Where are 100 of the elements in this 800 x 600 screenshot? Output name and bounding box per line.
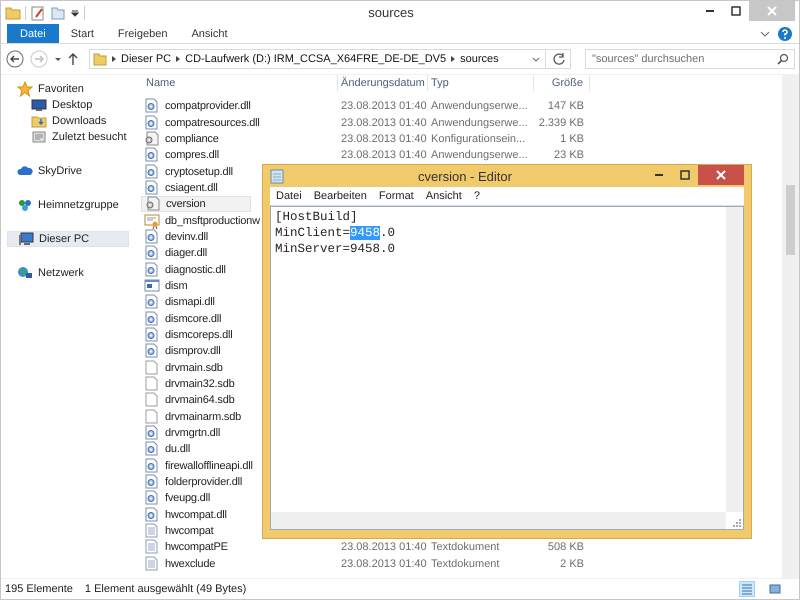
help-icon[interactable] — [777, 24, 793, 43]
breadcrumb[interactable]: Dieser PC — [121, 53, 172, 65]
file-item[interactable]: dismcore.dll — [141, 310, 226, 327]
file-item[interactable]: dism — [141, 278, 192, 294]
file-item[interactable]: drvmain.sdb — [141, 360, 227, 376]
breadcrumb[interactable]: sources — [460, 53, 499, 65]
table-cell-text: 147 KB — [546, 100, 585, 112]
file-item[interactable]: compatresources.dll — [141, 114, 264, 131]
sidebar-item[interactable]: Downloads — [9, 113, 129, 129]
folder-icon[interactable] — [5, 4, 21, 20]
details-view-icon — [740, 582, 754, 596]
menu-item[interactable]: Ansicht — [420, 190, 468, 202]
text-document-icon — [144, 539, 160, 556]
star-icon — [17, 81, 33, 97]
file-item[interactable]: diager.dll — [141, 245, 212, 262]
menu-item[interactable]: Datei — [270, 190, 308, 202]
window-title: sources — [367, 5, 415, 20]
ribbon-tab[interactable]: Datei — [7, 24, 59, 43]
address-field[interactable]: Dieser PC CD-Laufwerk (D:) IRM_CCSA_X64FRE_DE-DE_DV5 sources — [89, 49, 571, 69]
table-cell-text: Konfigurationsein... — [430, 132, 526, 145]
recent-places-icon — [31, 129, 47, 145]
column-header[interactable]: Typ — [428, 75, 534, 91]
gear-document-icon — [144, 343, 160, 360]
scrollbar[interactable] — [726, 207, 743, 512]
document-icon — [144, 392, 160, 408]
ribbon-tab[interactable]: Start — [58, 24, 106, 43]
file-item[interactable]: diagnostic.dll — [141, 262, 230, 278]
menu-item[interactable]: Format — [372, 190, 420, 202]
item-count: 195 Elemente — [5, 583, 73, 595]
file-item[interactable]: compatprovider.dll — [141, 98, 255, 114]
application-window-icon — [144, 278, 160, 294]
sidebar-item[interactable]: Zuletzt besucht — [9, 129, 129, 145]
certificate-icon — [144, 212, 160, 229]
gear-document-icon — [144, 441, 160, 458]
table-cell-text: Textdokument — [430, 541, 500, 554]
menu-item[interactable]: ? — [468, 190, 486, 202]
gear-document-icon — [144, 310, 160, 327]
file-item[interactable]: hwexclude — [141, 556, 220, 572]
text-line: MinClient=9458.0 — [275, 225, 396, 241]
properties-icon[interactable] — [30, 4, 46, 20]
sidebar-item[interactable]: Netzwerk — [9, 265, 129, 281]
file-item[interactable]: compres.dll — [141, 147, 224, 164]
column-header[interactable]: Name — [141, 75, 338, 91]
table-cell-text: 2 KB — [559, 558, 585, 570]
sidebar-item[interactable]: Favoriten — [9, 81, 129, 97]
file-item[interactable]: firewallofflineapi.dll — [141, 458, 257, 474]
view-button[interactable] — [739, 581, 755, 597]
search-field[interactable]: "sources" durchsuchen — [585, 49, 795, 69]
table-cell-text: 23.08.2013 01:40 — [340, 149, 428, 162]
file-item[interactable]: drvmain32.sdb — [141, 376, 239, 392]
gear-document-icon — [144, 474, 160, 490]
text-line: [HostBuild] — [275, 209, 359, 225]
resize-grip-icon[interactable] — [733, 519, 741, 527]
back-icon[interactable] — [5, 49, 25, 69]
table-cell-text: Anwendungserwe... — [430, 149, 529, 162]
close-button[interactable] — [698, 165, 744, 185]
column-header[interactable]: Größe — [534, 75, 590, 91]
large-icons-view-icon — [768, 582, 782, 596]
maximize-icon — [680, 170, 690, 180]
gear-document-icon — [144, 425, 160, 442]
file-item[interactable]: dismapi.dll — [141, 294, 219, 310]
file-item[interactable]: hwcompatPE — [141, 539, 232, 556]
file-item[interactable]: hwcompat.dll — [141, 506, 231, 523]
file-item[interactable]: drvmgrtn.dll — [141, 425, 224, 442]
file-item[interactable]: fveupg.dll — [141, 490, 214, 506]
scrollbar[interactable] — [271, 512, 726, 529]
gear-document-icon — [144, 458, 160, 474]
file-item[interactable]: dismcoreps.dll — [141, 326, 237, 343]
file-item[interactable]: db_msftproductionw — [141, 212, 264, 229]
file-item[interactable]: devinv.dll — [141, 228, 212, 245]
sidebar-item[interactable]: Dieser PC — [7, 231, 129, 247]
network-icon — [17, 265, 33, 281]
gear-document-icon — [144, 98, 160, 114]
file-item[interactable]: cversion — [141, 196, 251, 212]
column-header[interactable]: Änderungsdatum — [338, 75, 428, 91]
file-item[interactable]: csiagent.dll — [141, 180, 222, 196]
table-cell-text: 23.08.2013 01:40 — [340, 541, 428, 554]
file-item[interactable]: drvmainarm.sdb — [141, 408, 246, 425]
menu-item[interactable]: Bearbeiten — [308, 190, 373, 202]
minimize-icon — [706, 10, 714, 12]
file-item[interactable]: du.dll — [141, 441, 194, 458]
gear-document-icon — [144, 326, 160, 343]
breadcrumb[interactable]: CD-Laufwerk (D:) IRM_CCSA_X64FRE_DE-DE_DV5 — [185, 53, 446, 65]
ribbon-tab[interactable]: Freigeben — [106, 24, 180, 43]
table-cell-text: 2.339 KB — [538, 116, 585, 129]
file-item[interactable]: drvmain64.sdb — [141, 392, 239, 408]
file-item[interactable]: cryptosetup.dll — [141, 164, 237, 180]
gear-document-icon — [144, 130, 160, 147]
file-item[interactable]: compliance — [141, 130, 223, 147]
scrollbar[interactable] — [782, 75, 799, 578]
folder-icon — [93, 52, 107, 66]
ribbon-tab[interactable]: Ansicht — [179, 24, 240, 43]
file-item[interactable]: hwcompat — [141, 523, 218, 540]
sidebar-item[interactable]: Heimnetzgruppe — [9, 197, 129, 213]
file-item[interactable]: folderprovider.dll — [141, 474, 246, 490]
notepad-icon — [270, 168, 284, 184]
gear-document-icon — [144, 490, 160, 506]
sidebar-item[interactable]: SkyDrive — [9, 163, 129, 179]
sidebar-item[interactable]: Desktop — [9, 97, 129, 113]
file-item[interactable]: dismprov.dll — [141, 343, 224, 360]
